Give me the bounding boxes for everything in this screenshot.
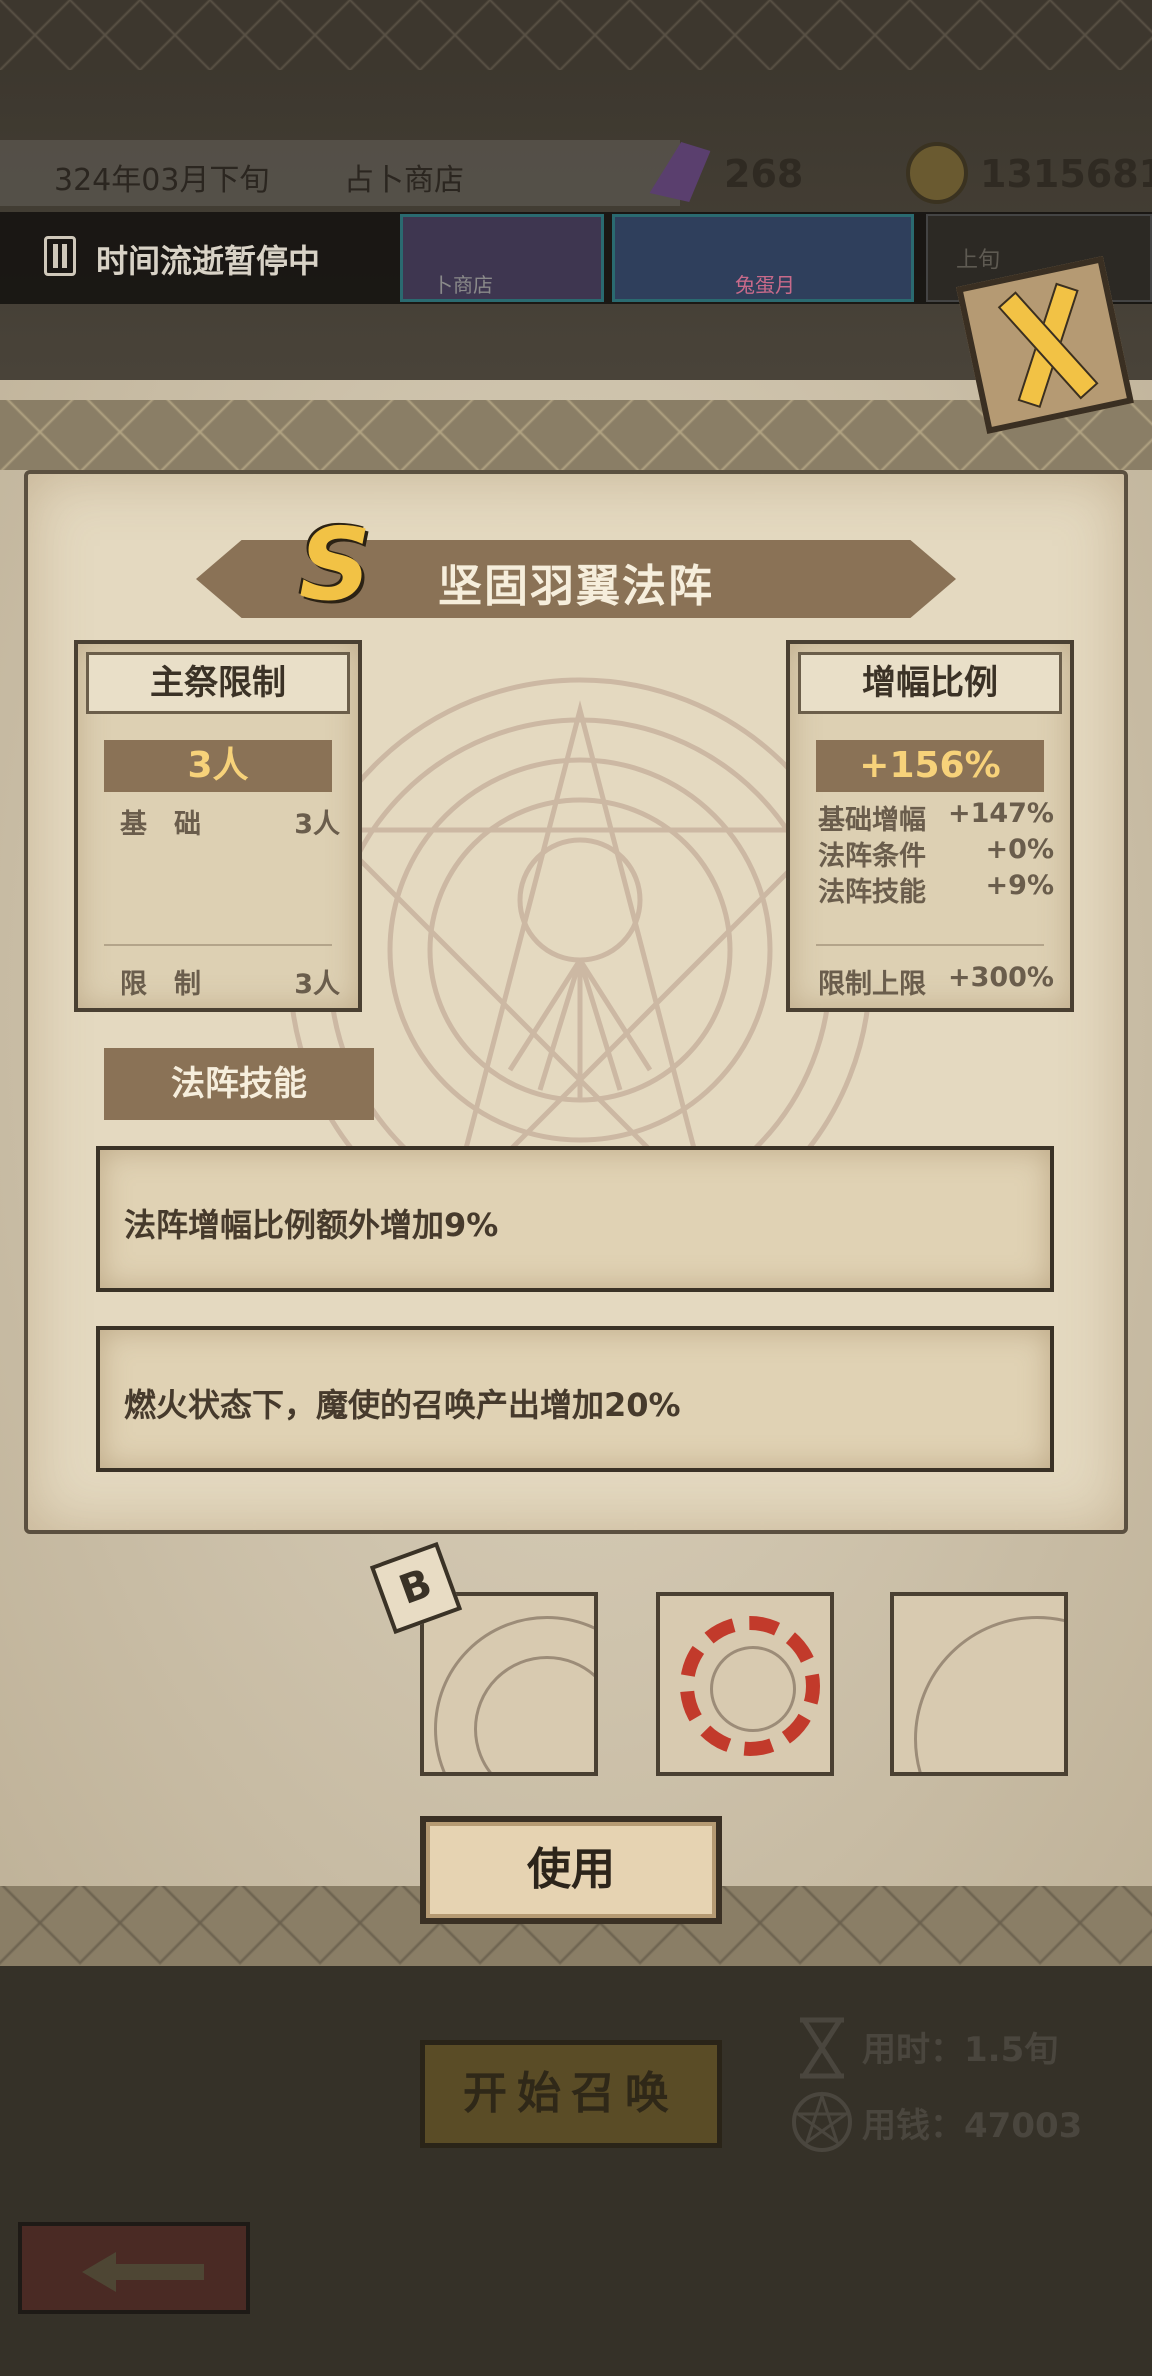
pentagram-icon [792,2091,852,2152]
coin-icon [906,142,968,204]
row-value: 3人 [294,969,340,1000]
shop-banner-1-label: 卜商店 [433,273,493,297]
date-label: 324年03月下旬 [54,163,270,198]
row-label: 限制上限 [818,969,926,1000]
row-label: 限 制 [120,969,201,1000]
hourglass-icon [800,2017,844,2079]
back-arrow-icon [82,2252,116,2292]
array-card-3[interactable] [890,1592,1068,1776]
divider [816,944,1044,946]
period-chip-label: 上旬 [956,248,1001,273]
row-value: +9% [985,870,1054,901]
amplify-ratio-value: +156% [816,740,1044,792]
priest-limit-heading: 主祭限制 [86,652,350,714]
coin-count: 13156819 [980,152,1152,196]
location-label: 占卜商店 [344,163,464,198]
array-skills-heading: 法阵技能 [104,1048,374,1120]
row-label: 法阵技能 [818,877,926,908]
gem-count: 268 [724,152,804,196]
time-cost: 用时：1.5旬 [862,2030,1059,2070]
back-arrow-tail [114,2264,204,2280]
decor-strip-dialog-top [0,400,1152,470]
array-card-ring [710,1646,796,1732]
amplify-row-cap: 限制上限 +300% [818,962,1054,1001]
row-value: +0% [985,834,1054,865]
pause-icon [44,236,76,276]
row-value: +300% [947,962,1054,993]
grade-badge: S [298,506,372,623]
amplify-ratio-heading: 增幅比例 [798,652,1062,714]
use-button[interactable]: 使用 [420,1816,722,1924]
money-cost: 用钱：47003 [862,2106,1083,2146]
close-button[interactable] [956,256,1134,434]
amplify-row-condition: 法阵条件 +0% [818,834,1054,873]
priest-limit-row-cap: 限 制 3人 [120,962,340,1001]
back-button[interactable] [18,2222,250,2314]
array-card-2-selected[interactable] [656,1592,834,1776]
divider [104,944,332,946]
amplify-row-skill: 法阵技能 +9% [818,870,1054,909]
amplify-row-base: 基础增幅 +147% [818,798,1054,837]
priest-limit-value: 3人 [104,740,332,792]
row-value: 3人 [294,809,340,840]
row-label: 法阵条件 [818,841,926,872]
shop-banner-2-label: 兔蛋月 [735,273,795,297]
amplify-ratio-panel: 增幅比例 +156% 基础增幅 +147% 法阵条件 +0% 法阵技能 +9% … [786,640,1074,1012]
row-label: 基 础 [120,809,201,840]
array-card-ring [914,1616,1064,1772]
skill-item-text: 法阵增幅比例额外增加9% [124,1206,499,1244]
priest-limit-panel: 主祭限制 3人 基 础 3人 限 制 3人 [74,640,362,1012]
start-summon-button[interactable]: 开始召唤 [420,2040,722,2148]
skill-item-text: 燃火状态下，魔使的召唤产出增加20% [124,1386,681,1424]
row-value: +147% [947,798,1054,829]
shop-banner-1[interactable]: 卜商店 [400,214,604,302]
decor-strip-top [0,0,1152,70]
row-label: 基础增幅 [818,805,926,836]
pause-label: 时间流逝暂停中 [96,242,321,280]
array-card-1[interactable] [420,1592,598,1776]
shop-banner-2[interactable]: 兔蛋月 [612,214,914,302]
priest-limit-row-base: 基 础 3人 [120,802,340,841]
